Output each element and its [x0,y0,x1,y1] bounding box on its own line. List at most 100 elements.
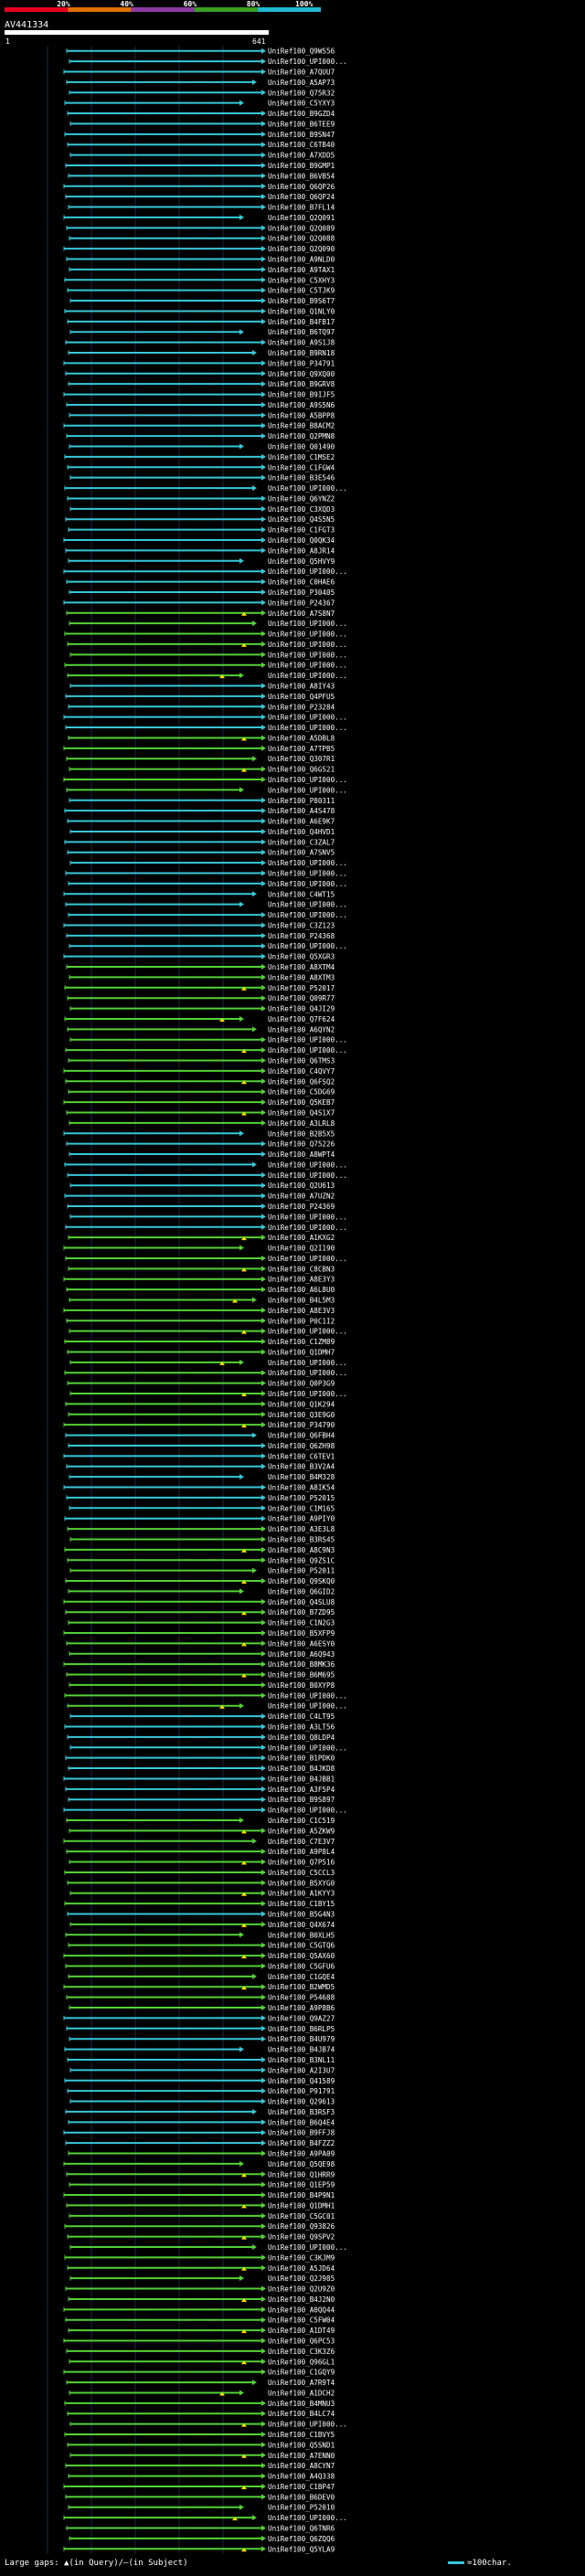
hit-label[interactable]: UniRef100_UPI000... [268,1171,347,1180]
hit-row[interactable]: UniRef100_B2WMD5 [63,1983,335,1991]
hit-row[interactable]: UniRef100_C5GTQ6 [68,1942,335,1950]
hit-row[interactable]: UniRef100_A6Q943 [69,1650,335,1659]
hit-label[interactable]: UniRef100_B5G4N3 [268,1911,335,1919]
hit-label[interactable]: UniRef100_UPI000... [268,776,347,784]
hit-label[interactable]: UniRef100_B9GRV8 [268,380,335,388]
hit-label[interactable]: UniRef100_Q1HRR9 [268,2170,335,2178]
hit-row[interactable]: UniRef100_Q8LDP4 [67,1733,335,1742]
hit-row[interactable]: UniRef100_A9PIY0 [64,1515,335,1523]
hit-label[interactable]: UniRef100_A7XDD5 [268,152,335,160]
hit-row[interactable]: UniRef100_UPI000... [67,1702,347,1711]
hit-label[interactable]: UniRef100_Q2U613 [268,1182,335,1190]
hit-label[interactable]: UniRef100_Q9WS56 [268,48,335,56]
hit-label[interactable]: UniRef100_B4J2N0 [268,2295,335,2304]
hit-row[interactable]: UniRef100_A1KYY3 [69,1890,335,1898]
hit-row[interactable]: UniRef100_A9PA09 [68,2149,335,2157]
hit-row[interactable]: UniRef100_A3LT56 [64,1723,335,1731]
hit-label[interactable]: UniRef100_B6Q4E4 [268,2118,335,2126]
hit-label[interactable]: UniRef100_C1FGT3 [268,526,335,535]
hit-row[interactable]: UniRef100_A0QQ44 [63,2306,335,2314]
hit-row[interactable]: UniRef100_UPI000... [68,880,347,888]
hit-row[interactable]: UniRef100_A3LRL8 [69,1119,335,1128]
hit-row[interactable]: UniRef100_B2B5X5 [63,1129,335,1138]
hit-row[interactable]: UniRef100_P80311 [69,797,335,805]
hit-label[interactable]: UniRef100_Q6GS21 [268,766,335,774]
hit-label[interactable]: UniRef100_Q307R1 [268,755,335,763]
hit-label[interactable]: UniRef100_Q4S5N5 [268,515,335,524]
hit-label[interactable]: UniRef100_Q2J985 [268,2274,335,2283]
hit-row[interactable]: UniRef100_P91791 [67,2087,335,2095]
hit-row[interactable]: UniRef100_UPI000... [65,1046,347,1055]
hit-label[interactable]: UniRef100_UPI000... [268,1224,347,1232]
hit-label[interactable]: UniRef100_A2I3U7 [268,2066,335,2074]
hit-label[interactable]: UniRef100_P34791 [268,359,335,367]
hit-row[interactable]: UniRef100_UPI000... [69,1036,347,1044]
hit-row[interactable]: UniRef100_A9P8L4 [66,1848,335,1856]
hit-label[interactable]: UniRef100_C5TJK9 [268,287,335,295]
hit-row[interactable]: UniRef100_Q6ZQQ6 [69,2535,335,2543]
hit-label[interactable]: UniRef100_A7TPB5 [268,745,335,753]
hit-row[interactable]: UniRef100_B6TEE9 [69,120,335,128]
hit-row[interactable]: UniRef100_Q9WS56 [66,48,335,56]
hit-label[interactable]: UniRef100_B4LC74 [268,2410,335,2418]
hit-row[interactable]: UniRef100_C1ZM89 [64,1338,335,1346]
hit-label[interactable]: UniRef100_B9GZD4 [268,110,335,118]
hit-label[interactable]: UniRef100_Q4HVD1 [268,828,335,836]
hit-row[interactable]: UniRef100_Q96GL1 [69,2358,335,2366]
hit-row[interactable]: UniRef100_A5ZKW9 [69,1827,335,1835]
hit-label[interactable]: UniRef100_Q9AZ27 [268,2014,335,2022]
hit-row[interactable]: UniRef100_A9TAX1 [69,266,335,274]
hit-label[interactable]: UniRef100_Q1K294 [268,1400,335,1408]
hit-row[interactable]: UniRef100_A8JR14 [65,546,335,555]
hit-label[interactable]: UniRef100_C3KJM9 [268,2253,335,2262]
hit-row[interactable]: UniRef100_B9GMP1 [65,162,335,170]
hit-row[interactable]: UniRef100_Q1EP59 [69,2181,335,2189]
hit-label[interactable]: UniRef100_Q09R77 [268,994,335,1002]
hit-row[interactable]: UniRef100_C5CCL3 [64,1869,335,1877]
hit-row[interactable]: UniRef100_UPI000... [63,776,347,784]
hit-label[interactable]: UniRef100_C1MSE2 [268,453,335,461]
hit-row[interactable]: UniRef100_C1BVY5 [64,2431,335,2439]
hit-label[interactable]: UniRef100_UPI000... [268,662,347,670]
hit-label[interactable]: UniRef100_P52017 [268,984,335,992]
hit-row[interactable]: UniRef100_C1FGT3 [68,526,335,535]
hit-label[interactable]: UniRef100_Q5SND1 [268,2441,335,2449]
hit-row[interactable]: UniRef100_Q5HVY9 [68,557,335,566]
hit-row[interactable]: UniRef100_P34791 [63,359,335,367]
hit-label[interactable]: UniRef100_A8XTM3 [268,973,335,981]
hit-label[interactable]: UniRef100_UPI000... [268,1255,347,1263]
hit-row[interactable]: UniRef100_B5XFP9 [63,1629,335,1638]
hit-row[interactable]: UniRef100_Q5SND1 [67,2441,335,2449]
hit-row[interactable]: UniRef100_A3F5P4 [65,1786,335,1794]
hit-row[interactable]: UniRef100_B7FL14 [68,204,335,212]
hit-row[interactable]: UniRef100_P30405 [69,588,335,597]
hit-label[interactable]: UniRef100_C3XQD3 [268,505,335,514]
hit-row[interactable]: UniRef100_UPI000... [65,870,347,878]
hit-label[interactable]: UniRef100_Q4S1X7 [268,1108,335,1117]
hit-label[interactable]: UniRef100_Q5QE98 [268,2160,335,2168]
hit-row[interactable]: UniRef100_UPI000... [63,2514,347,2522]
hit-label[interactable]: UniRef100_B7FL14 [268,204,335,212]
hit-row[interactable]: UniRef100_Q93826 [64,2222,335,2231]
hit-label[interactable]: UniRef100_Q75R32 [268,89,335,97]
hit-row[interactable]: UniRef100_Q6QP26 [63,183,335,191]
hit-label[interactable]: UniRef100_P34790 [268,1421,335,1429]
hit-label[interactable]: UniRef100_Q2Q090 [268,245,335,253]
hit-label[interactable]: UniRef100_A5ZKW9 [268,1827,335,1835]
hit-row[interactable]: UniRef100_B4FZZ2 [65,2139,335,2147]
hit-label[interactable]: UniRef100_C5DG69 [268,1088,335,1097]
hit-label[interactable]: UniRef100_Q0QK34 [268,536,335,545]
hit-row[interactable]: UniRef100_A3E3L8 [67,1525,335,1533]
hit-row[interactable]: UniRef100_UPI000... [69,1744,347,1752]
hit-row[interactable]: UniRef100_C4LT95 [69,1712,335,1721]
hit-label[interactable]: UniRef100_UPI000... [268,1046,347,1055]
hit-label[interactable]: UniRef100_A7UZN2 [268,1193,335,1201]
hit-row[interactable]: UniRef100_Q9XQ00 [65,370,335,378]
hit-row[interactable]: UniRef100_Q75R32 [69,89,335,97]
hit-label[interactable]: UniRef100_Q2Q088 [268,235,335,243]
hit-row[interactable]: UniRef100_P24368 [66,932,335,940]
hit-row[interactable]: UniRef100_UPI000... [64,1691,347,1700]
hit-label[interactable]: UniRef100_B9SN47 [268,131,335,139]
hit-row[interactable]: UniRef100_Q2U613 [69,1182,335,1190]
hit-row[interactable]: UniRef100_B0XYP8 [69,1681,335,1690]
